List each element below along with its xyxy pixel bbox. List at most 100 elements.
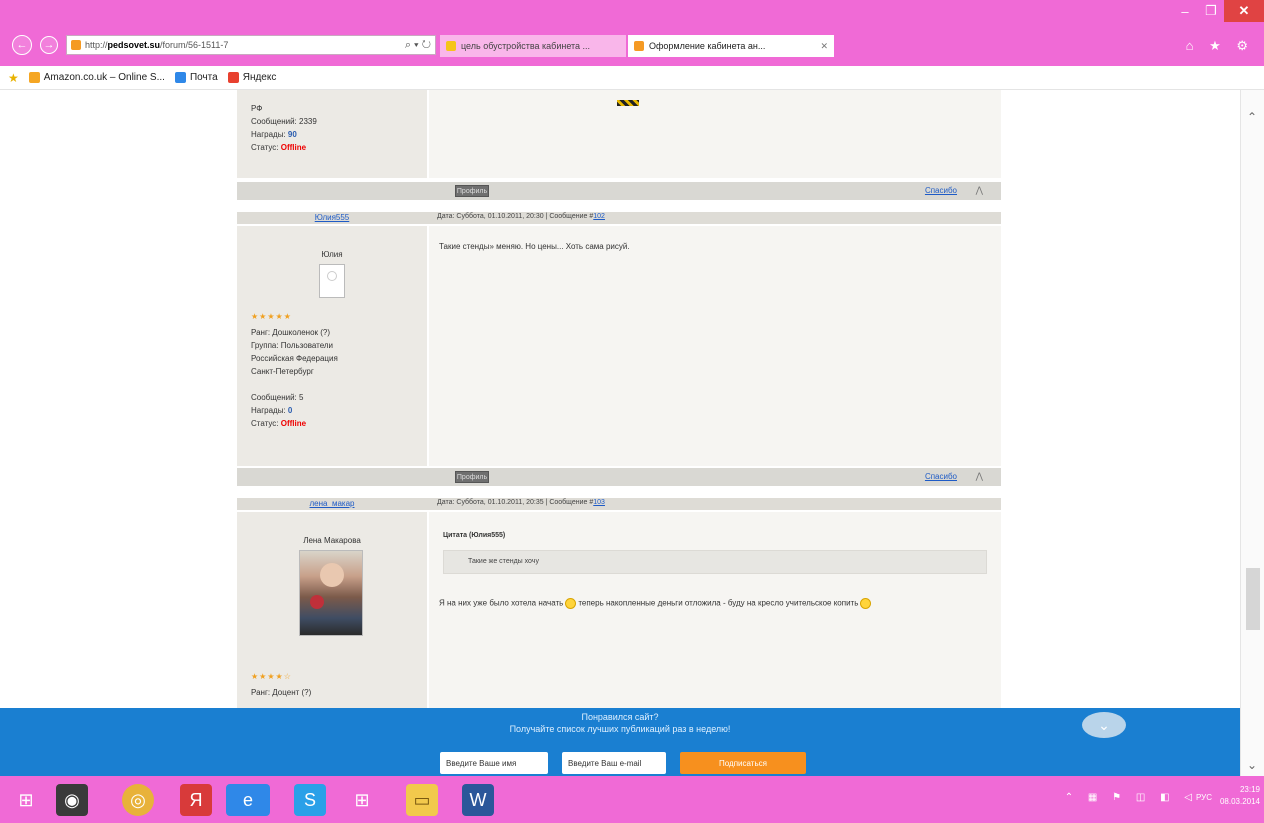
status-offline: Offline [280, 143, 307, 152]
navigation-row: ← → http:// pedsovet.su /forum/56-1511-7… [0, 32, 1264, 58]
avatar-image [299, 550, 363, 636]
profile-button[interactable]: Профиль [455, 185, 489, 197]
author-message-count: Сообщений: 2339 [251, 117, 317, 126]
page-viewport: РФ Сообщений: 2339 Награды: 90 Статус: O… [0, 90, 1240, 708]
author-country: Российская Федерация [251, 354, 338, 363]
awards-value[interactable]: 0 [288, 406, 292, 415]
skype-icon[interactable]: S [294, 784, 326, 816]
author-nick-link[interactable]: лена_макар [237, 499, 427, 508]
address-tools-icon[interactable]: ⌕ ▾ ↻ [405, 39, 431, 52]
author-name: Юлия [321, 250, 343, 259]
address-bar[interactable]: http:// pedsovet.su /forum/56-1511-7 ⌕ ▾… [66, 35, 436, 55]
favorite-yandex[interactable]: Яндекс [227, 72, 277, 83]
language-indicator[interactable]: РУС [1196, 793, 1212, 802]
ie-icon[interactable]: e [226, 784, 270, 816]
author-info: РФ Сообщений: 2339 Награды: 90 Статус: O… [251, 102, 317, 154]
author-city: Санкт-Петербург [251, 367, 314, 376]
post-date: Дата: Суббота, 01.10.2011, 20:30 | Сообщ… [437, 213, 605, 220]
quote-box: Такие же стенды хочу [443, 550, 987, 574]
start-icon[interactable]: ⊞ [10, 784, 42, 816]
windows-taskbar: ⊞ ◉ ◎ Я e S ⊞ ▭ W ⌃ ▦ ⚑ ◫ ◧ ◁ РУС 23:19 … [0, 776, 1264, 823]
clock[interactable]: 23:19 08.03.2014 [1216, 784, 1260, 808]
post-number-link[interactable]: 102 [593, 213, 605, 220]
thanks-link[interactable]: Спасибо [925, 472, 957, 481]
author-group: Группа: Пользователи [251, 341, 334, 350]
smiley-icon [860, 598, 872, 609]
amazon-icon [28, 72, 40, 83]
tab-favicon-icon [446, 41, 456, 51]
rating-stars: ★★★★☆ [251, 672, 292, 681]
collapse-banner-icon[interactable]: ⌄ [1082, 712, 1126, 738]
favorite-label: Почта [189, 72, 218, 83]
author-info: Ранг: Доцент (?) [251, 686, 311, 699]
address-path: /forum/56-1511-7 [160, 40, 229, 50]
scroll-top-icon[interactable]: ⋀ [976, 185, 983, 196]
tab-active[interactable]: Оформление кабинета ан... ✕ [628, 35, 834, 57]
restore-button[interactable]: ❐ [1198, 0, 1224, 22]
author-info: Ранг: Дошколенок (?) Группа: Пользовател… [251, 326, 338, 430]
favorites-star-icon[interactable]: ★ [8, 71, 19, 85]
post-content-column [429, 512, 1001, 708]
forward-button[interactable]: → [40, 36, 58, 54]
author-rank: Ранг: Дошколенок (?) [251, 328, 331, 337]
post-header: Юлия555 Дата: Суббота, 01.10.2011, 20:30… [237, 212, 1001, 224]
author-status: Статус: Offline [251, 419, 307, 428]
post-date: Дата: Суббота, 01.10.2011, 20:35 | Сообщ… [437, 499, 605, 506]
post-text: Я на них уже было хотела начать теперь на… [439, 598, 873, 609]
browser-titlebar: – ❐ ✕ ← → http:// pedsovet.su /forum/56-… [0, 0, 1264, 66]
window-controls: – ❐ ✕ [1172, 0, 1264, 22]
back-button[interactable]: ← [12, 35, 32, 55]
tab-label: цель обустройства кабинета ... [461, 41, 591, 51]
thanks-link[interactable]: Спасибо [925, 186, 957, 195]
yandex-browser-icon[interactable]: Я [180, 784, 212, 816]
favorite-mail[interactable]: Почта [174, 72, 218, 83]
avatar-face [320, 563, 344, 587]
minimize-button[interactable]: – [1172, 0, 1198, 22]
favorite-amazon[interactable]: Amazon.co.uk – Online S... [28, 72, 165, 83]
status-offline: Offline [280, 419, 307, 428]
name-input[interactable]: Введите Ваше имя [440, 752, 548, 774]
file-explorer-icon[interactable]: ▭ [406, 784, 438, 816]
post-content-column [429, 90, 1001, 178]
store-icon[interactable]: ⊞ [346, 784, 378, 816]
rating-stars: ★★★★★ [251, 312, 292, 321]
webcam-icon[interactable]: ◉ [56, 784, 88, 816]
close-button[interactable]: ✕ [1224, 0, 1264, 22]
rank-help-icon[interactable]: (?) [320, 328, 330, 337]
subscribe-button[interactable]: Подписаться [680, 752, 806, 774]
author-status: Статус: Offline [251, 143, 307, 152]
browser-tools-icons[interactable]: ⌂ ★ ⚙ [1186, 38, 1254, 54]
tab-label: Оформление кабинета ан... [649, 41, 766, 51]
site-favicon-icon [71, 40, 81, 50]
vertical-scrollbar[interactable]: ⌃ ⌄ [1240, 90, 1264, 776]
close-tab-icon[interactable]: ✕ [820, 41, 828, 52]
avatar-head-icon [327, 271, 337, 281]
author-rank: Ранг: Доцент (?) [251, 688, 312, 697]
post-actions-bar: Профиль Спасибо ⋀ [237, 182, 1001, 200]
favorite-label: Яндекс [242, 72, 277, 83]
email-input[interactable]: Введите Ваш e-mail [562, 752, 666, 774]
scroll-thumb[interactable] [1246, 568, 1260, 630]
yandex-icon [227, 72, 239, 83]
post-number-link[interactable]: 103 [593, 499, 605, 506]
profile-button[interactable]: Профиль [455, 471, 489, 483]
rank-help-icon[interactable]: (?) [302, 688, 312, 697]
post-text: Такие стенды» меняю. Но цены... Хоть сам… [439, 242, 630, 251]
word-icon[interactable]: W [462, 784, 494, 816]
avatar-placeholder [319, 264, 345, 298]
author-country: РФ [251, 104, 263, 113]
scroll-down-icon[interactable]: ⌄ [1247, 758, 1257, 772]
awards-value[interactable]: 90 [288, 130, 297, 139]
system-tray-icons[interactable]: ⌃ ▦ ⚑ ◫ ◧ ◁ [1065, 792, 1198, 803]
smiley-icon [565, 598, 577, 609]
tab-inactive[interactable]: цель обустройства кабинета ... [440, 35, 626, 57]
author-nick-link[interactable]: Юлия555 [237, 213, 427, 222]
chrome-icon[interactable]: ◎ [122, 784, 154, 816]
scroll-up-icon[interactable]: ⌃ [1247, 110, 1257, 124]
scroll-top-icon[interactable]: ⋀ [976, 471, 983, 482]
clock-date: 08.03.2014 [1219, 797, 1260, 806]
quote-author: Цитата (Юлия555) [443, 532, 506, 539]
favorite-label: Amazon.co.uk – Online S... [43, 72, 165, 83]
author-awards: Награды: 90 [251, 130, 297, 139]
